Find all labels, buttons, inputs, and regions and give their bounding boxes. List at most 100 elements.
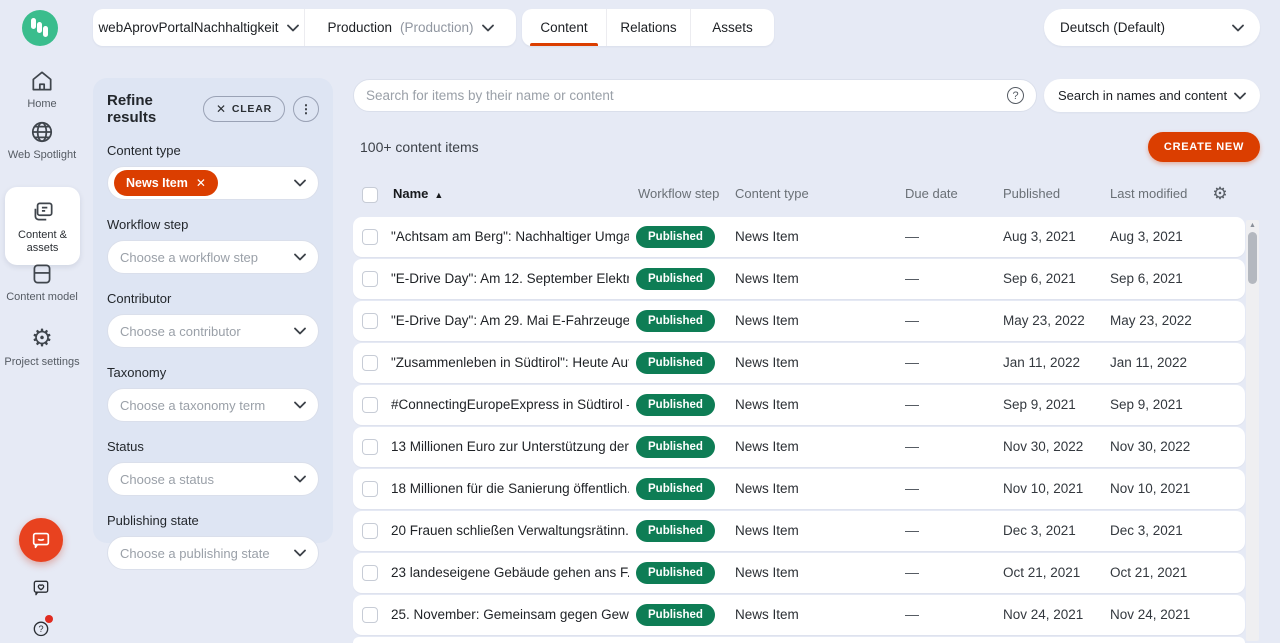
item-published-date: Aug 3, 2021 <box>1003 229 1076 244</box>
table-header: Name▲ Workflow step Content type Due dat… <box>353 186 1245 208</box>
item-content-type: News Item <box>735 397 799 412</box>
item-last-modified-date: Nov 24, 2021 <box>1110 607 1190 622</box>
globe-icon <box>29 119 55 145</box>
clear-filters-button[interactable]: ✕ CLEAR <box>203 96 285 122</box>
table-row[interactable]: 20 Frauen schließen Verwaltungsrätinn...… <box>353 511 1245 551</box>
chevron-down-icon <box>294 401 306 409</box>
row-checkbox[interactable] <box>362 397 378 413</box>
workflow-status-badge: Published <box>636 310 715 332</box>
row-checkbox[interactable] <box>362 439 378 455</box>
publishing-state-select[interactable]: Choose a publishing state <box>107 536 319 570</box>
project-selector[interactable]: webAprovPortalNachhaltigkeit <box>93 9 304 46</box>
item-due-date: — <box>905 522 919 538</box>
table-row[interactable]: 18 Millionen für die Sanierung öffentlic… <box>353 469 1245 509</box>
item-last-modified-date: Sep 6, 2021 <box>1110 271 1183 286</box>
language-value: Deutsch (Default) <box>1060 20 1165 35</box>
content-type-select[interactable]: News Item ✕ <box>107 166 319 200</box>
table-row-partial[interactable] <box>353 637 1245 643</box>
item-due-date: — <box>905 480 919 496</box>
gear-icon: ⚙︎ <box>29 326 55 352</box>
column-workflow-step[interactable]: Workflow step <box>638 186 719 201</box>
chevron-down-icon <box>294 327 306 335</box>
table-row[interactable]: "Zusammenleben in Südtirol": Heute Auf..… <box>353 343 1245 383</box>
feedback-heart-icon[interactable] <box>31 578 51 598</box>
taxonomy-select[interactable]: Choose a taxonomy term <box>107 388 319 422</box>
item-published-date: Nov 30, 2022 <box>1003 439 1083 454</box>
sidebar-item-project-settings[interactable]: ⚙︎ Project settings <box>4 326 80 369</box>
row-checkbox[interactable] <box>362 523 378 539</box>
item-due-date: — <box>905 396 919 412</box>
sidebar-item-home[interactable]: Home <box>4 68 80 111</box>
chat-smile-icon <box>30 529 52 551</box>
scrollbar-up-arrow-icon[interactable]: ▲ <box>1246 222 1259 229</box>
tab-assets[interactable]: Assets <box>690 9 774 46</box>
chevron-down-icon <box>294 549 306 557</box>
item-content-type: News Item <box>735 523 799 538</box>
table-row[interactable]: "E-Drive Day": Am 29. Mai E-Fahrzeuge ..… <box>353 301 1245 341</box>
column-published[interactable]: Published <box>1003 186 1060 201</box>
content-type-chip: News Item ✕ <box>114 170 218 196</box>
app-logo[interactable] <box>22 10 58 46</box>
search-help-icon[interactable]: ? <box>1007 87 1024 104</box>
search-input[interactable] <box>366 88 1007 103</box>
row-checkbox[interactable] <box>362 607 378 623</box>
status-select[interactable]: Choose a status <box>107 462 319 496</box>
column-due-date[interactable]: Due date <box>905 186 958 201</box>
environment-name: Production <box>327 20 392 35</box>
refine-menu-button[interactable]: ⋮ <box>293 96 319 122</box>
workflow-step-select[interactable]: Choose a workflow step <box>107 240 319 274</box>
scrollbar-thumb[interactable] <box>1248 232 1257 284</box>
svg-text:?: ? <box>38 624 43 634</box>
content-model-icon <box>29 261 55 287</box>
table-row[interactable]: 25. November: Gemeinsam gegen Gewa... Pu… <box>353 595 1245 635</box>
language-selector[interactable]: Deutsch (Default) <box>1044 9 1260 46</box>
item-name: "Zusammenleben in Südtirol": Heute Auf..… <box>391 355 629 370</box>
workflow-status-badge: Published <box>636 562 715 584</box>
table-row[interactable]: "Achtsam am Berg": Nachhaltiger Umga... … <box>353 217 1245 257</box>
item-last-modified-date: Aug 3, 2021 <box>1110 229 1183 244</box>
refine-panel: Refine results ✕ CLEAR ⋮ Content type Ne… <box>93 78 333 543</box>
row-checkbox[interactable] <box>362 313 378 329</box>
search-scope-selector[interactable]: Search in names and content <box>1044 79 1260 112</box>
row-checkbox[interactable] <box>362 355 378 371</box>
contributor-select[interactable]: Choose a contributor <box>107 314 319 348</box>
tab-relations[interactable]: Relations <box>606 9 690 46</box>
table-row[interactable]: "E-Drive Day": Am 12. September Elektr..… <box>353 259 1245 299</box>
environment-type: (Production) <box>400 20 474 35</box>
sidebar-item-web-spotlight[interactable]: Web Spotlight <box>4 119 80 162</box>
remove-chip-icon[interactable]: ✕ <box>196 176 206 190</box>
tab-content[interactable]: Content <box>522 9 606 46</box>
chevron-down-icon <box>294 179 306 187</box>
item-published-date: Jan 11, 2022 <box>1003 355 1080 370</box>
column-name[interactable]: Name▲ <box>393 186 443 201</box>
environment-selector[interactable]: Production (Production) <box>304 9 516 46</box>
table-row[interactable]: #ConnectingEuropeExpress in Südtirol –..… <box>353 385 1245 425</box>
search-scope-value: Search in names and content <box>1058 88 1227 103</box>
workflow-status-badge: Published <box>636 520 715 542</box>
table-row[interactable]: 13 Millionen Euro zur Unterstützung der … <box>353 427 1245 467</box>
row-checkbox[interactable] <box>362 271 378 287</box>
item-name: 20 Frauen schließen Verwaltungsrätinn... <box>391 523 629 538</box>
sidebar-item-content-assets[interactable]: Content & assets <box>5 187 80 265</box>
row-checkbox[interactable] <box>362 481 378 497</box>
table-row[interactable]: 23 landeseigene Gebäude gehen ans F... P… <box>353 553 1245 593</box>
column-content-type[interactable]: Content type <box>735 186 809 201</box>
row-checkbox[interactable] <box>362 565 378 581</box>
table-scrollbar[interactable]: ▲ <box>1246 220 1259 641</box>
select-all-checkbox[interactable] <box>362 187 378 203</box>
help-icon[interactable]: ? <box>31 618 51 638</box>
chevron-down-icon <box>1234 92 1246 100</box>
row-checkbox[interactable] <box>362 229 378 245</box>
filter-label-content-type: Content type <box>107 143 319 158</box>
project-name: webAprovPortalNachhaltigkeit <box>98 20 278 35</box>
create-new-button[interactable]: CREATE NEW <box>1148 132 1260 162</box>
main-tabs: Content Relations Assets <box>522 9 774 46</box>
filter-label-status: Status <box>107 439 319 454</box>
chat-bubble-button[interactable] <box>19 518 63 562</box>
item-content-type: News Item <box>735 481 799 496</box>
notification-dot <box>45 615 53 623</box>
column-last-modified[interactable]: Last modified <box>1110 186 1187 201</box>
column-settings-gear-icon[interactable]: ⚙︎ <box>1210 184 1230 204</box>
refine-title: Refine results <box>107 92 195 126</box>
sidebar-item-content-model[interactable]: Content model <box>4 261 80 304</box>
